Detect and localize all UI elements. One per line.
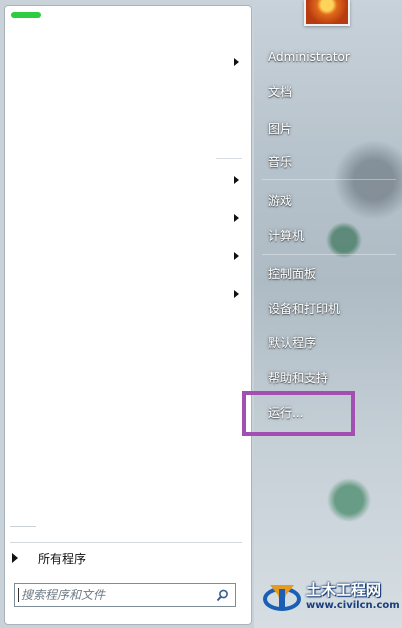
right-separator bbox=[262, 254, 396, 255]
run-highlight-annotation bbox=[242, 391, 355, 436]
recent-divider bbox=[10, 526, 36, 527]
search-icon[interactable] bbox=[213, 586, 231, 604]
user-name-link[interactable]: Administrator bbox=[260, 43, 398, 71]
watermark: 土木工程网 www.civilcn.com bbox=[262, 570, 400, 620]
pictures-link[interactable]: 图片 bbox=[260, 114, 398, 142]
watermark-logo-icon bbox=[263, 585, 301, 611]
all-programs-separator bbox=[10, 542, 242, 543]
submenu-arrow-icon[interactable] bbox=[234, 214, 239, 222]
submenu-arrow-icon[interactable] bbox=[234, 290, 239, 298]
pinned-program-highlight[interactable] bbox=[11, 12, 41, 18]
games-link[interactable]: 游戏 bbox=[260, 186, 398, 214]
help-support-link[interactable]: 帮助和支持 bbox=[260, 363, 398, 391]
all-programs-label: 所有程序 bbox=[38, 551, 87, 566]
search-box[interactable] bbox=[14, 583, 236, 607]
user-avatar[interactable] bbox=[304, 0, 350, 26]
program-list-separator bbox=[216, 158, 242, 159]
all-programs-button[interactable]: 所有程序 bbox=[8, 548, 244, 568]
all-programs-arrow-icon bbox=[12, 553, 18, 563]
control-panel-link[interactable]: 控制面板 bbox=[260, 259, 398, 287]
music-link[interactable]: 音乐 bbox=[260, 147, 398, 175]
default-programs-link[interactable]: 默认程序 bbox=[260, 328, 398, 356]
start-menu-left-panel bbox=[4, 5, 252, 625]
watermark-title: 土木工程网 bbox=[306, 581, 382, 599]
submenu-arrow-icon[interactable] bbox=[234, 176, 239, 184]
submenu-arrow-icon[interactable] bbox=[234, 58, 239, 66]
computer-link[interactable]: 计算机 bbox=[260, 221, 398, 249]
right-separator bbox=[262, 179, 396, 180]
text-caret bbox=[18, 588, 19, 602]
search-input[interactable] bbox=[15, 585, 213, 605]
watermark-url: www.civilcn.com bbox=[306, 600, 400, 611]
submenu-arrow-icon[interactable] bbox=[234, 252, 239, 260]
devices-printers-link[interactable]: 设备和打印机 bbox=[260, 294, 398, 322]
documents-link[interactable]: 文档 bbox=[260, 77, 398, 105]
